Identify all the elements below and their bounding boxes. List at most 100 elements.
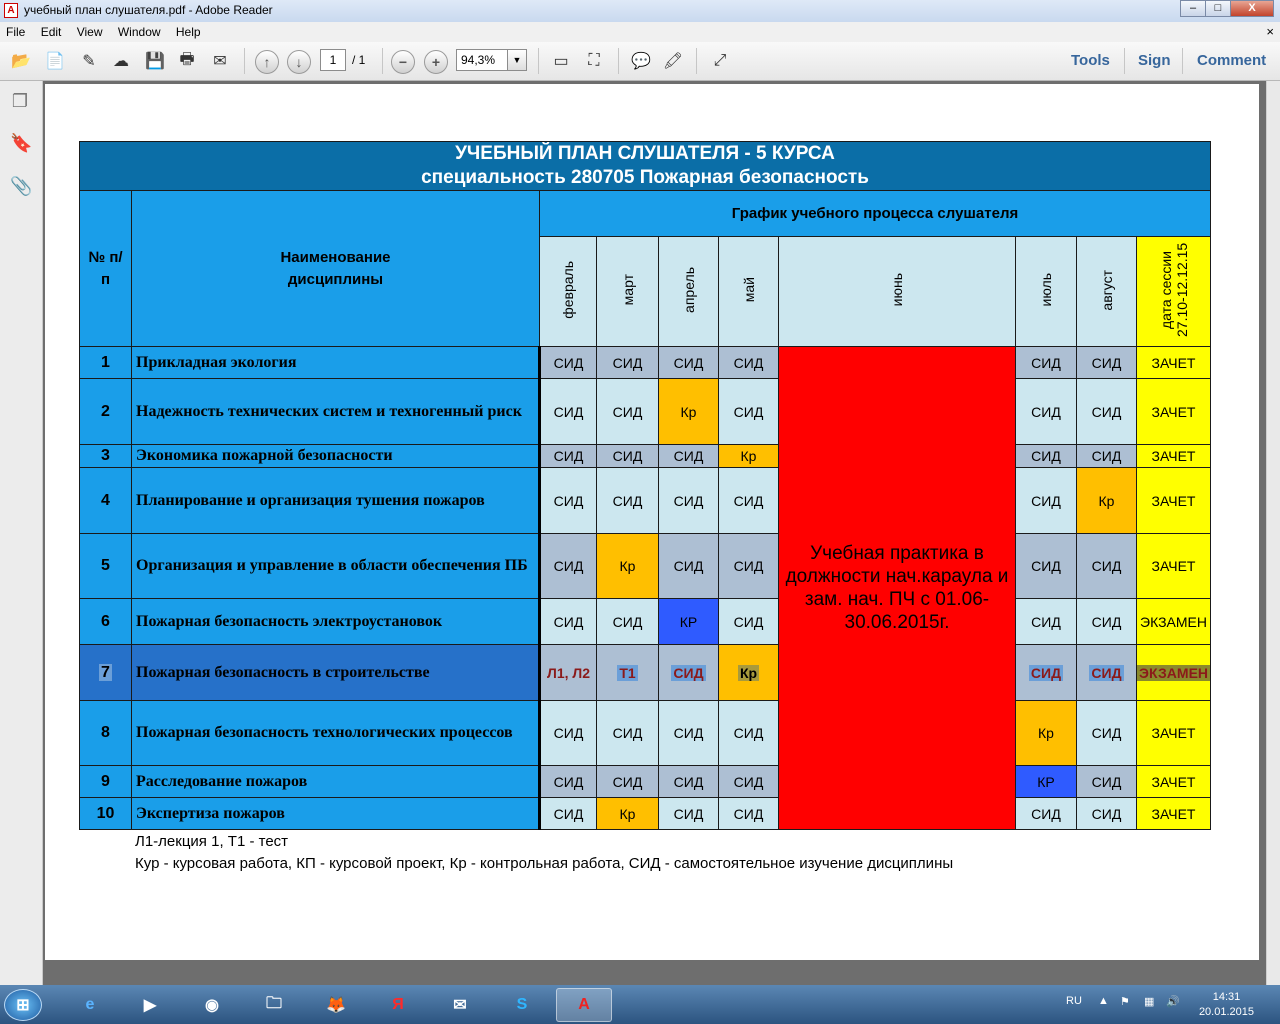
vertical-scrollbar[interactable] bbox=[1266, 81, 1280, 985]
discipline-name: Планирование и организация тушения пожар… bbox=[131, 467, 541, 534]
month-header: июнь bbox=[778, 236, 1016, 347]
bookmarks-icon[interactable]: 🔖 bbox=[10, 133, 32, 155]
cell-may: СИД bbox=[718, 346, 779, 379]
page-number-input[interactable]: 1 bbox=[320, 49, 346, 71]
highlight-icon[interactable]: 🖍 bbox=[660, 49, 686, 73]
discipline-name: Расследование пожаров bbox=[131, 765, 541, 798]
menu-help[interactable]: Help bbox=[170, 22, 207, 39]
table-row-selected[interactable]: 7 Пожарная безопасность в строительстве … bbox=[79, 644, 1212, 701]
page-thumbnails-icon[interactable]: ❐ bbox=[10, 91, 30, 113]
zoom-in-icon[interactable]: + bbox=[424, 50, 448, 74]
cell-mar: СИД bbox=[596, 346, 659, 379]
cell-apr: СИД bbox=[658, 797, 719, 830]
fit-width-icon[interactable]: ⛶ bbox=[581, 49, 607, 73]
create-pdf-icon[interactable]: 📄 bbox=[42, 49, 68, 73]
open-icon[interactable]: 📂 bbox=[8, 49, 34, 73]
previous-page-icon[interactable]: ↑ bbox=[255, 50, 279, 74]
explorer-icon[interactable]: 🗀 bbox=[246, 988, 302, 1022]
cell-apr: СИД bbox=[658, 700, 719, 766]
save-icon[interactable]: 💾 bbox=[142, 49, 168, 73]
cell-may: СИД bbox=[718, 378, 779, 445]
row-number: 3 bbox=[79, 444, 132, 468]
navigation-pane: ❐ 🔖 📎 bbox=[0, 81, 43, 985]
language-indicator[interactable]: RU bbox=[1066, 995, 1082, 1007]
cell-aug: СИД bbox=[1076, 533, 1137, 599]
minimize-button[interactable]: – bbox=[1180, 0, 1206, 17]
row-number: 1 bbox=[79, 346, 132, 379]
maximize-button[interactable]: □ bbox=[1205, 0, 1231, 17]
clock-time: 14:31 bbox=[1212, 991, 1241, 1003]
cell-may: СИД bbox=[718, 467, 779, 534]
discipline-name: Экономика пожарной безопасности bbox=[131, 444, 541, 468]
cell-session: ЗАЧЕТ bbox=[1135, 444, 1212, 468]
discipline-name: Пожарная безопасность в строительстве bbox=[131, 644, 541, 701]
zoom-dropdown-icon[interactable]: ▼ bbox=[507, 49, 527, 71]
cell-session: ЗАЧЕТ bbox=[1135, 533, 1212, 599]
fit-page-icon[interactable]: ▭ bbox=[548, 49, 574, 73]
firefox-icon[interactable]: 🦊 bbox=[308, 988, 364, 1022]
cell-may: Кр bbox=[718, 444, 779, 468]
start-button[interactable]: ⊞ bbox=[4, 989, 42, 1021]
month-header: март bbox=[596, 236, 659, 347]
window-title-bar: A учебный план слушателя.pdf - Adobe Rea… bbox=[0, 0, 1280, 22]
cell-jul: СИД bbox=[1015, 378, 1077, 445]
attachments-icon[interactable]: 📎 bbox=[10, 176, 32, 198]
table-row: 1 Прикладная экология СИД СИД СИД СИД Уч… bbox=[79, 346, 1212, 830]
month-header: апрель bbox=[658, 236, 719, 347]
show-hidden-icons-icon[interactable]: ▲ bbox=[1098, 995, 1109, 1007]
edit-icon[interactable]: ✎ bbox=[76, 49, 102, 73]
table-title-line2: специальность 280705 Пожарная безопаснос… bbox=[421, 167, 869, 188]
menu-view[interactable]: View bbox=[71, 22, 109, 39]
email-icon[interactable]: ✉ bbox=[207, 49, 233, 73]
mail-icon[interactable]: ✉ bbox=[432, 988, 488, 1022]
cell-jul: СИД bbox=[1015, 346, 1077, 379]
legend-note-1: Л1-лекция 1, Т1 - тест bbox=[135, 833, 289, 850]
print-icon[interactable]: 🖶 bbox=[174, 49, 200, 73]
zoom-input[interactable]: 94,3% bbox=[456, 49, 508, 71]
close-button[interactable]: X bbox=[1230, 0, 1274, 17]
ie-icon[interactable]: e bbox=[62, 988, 118, 1022]
row-number: 4 bbox=[79, 467, 132, 534]
expand-icon[interactable]: ⤢ bbox=[707, 49, 733, 73]
skype-icon[interactable]: S bbox=[494, 988, 550, 1022]
network-icon[interactable]: ▦ bbox=[1144, 995, 1154, 1008]
menu-edit[interactable]: Edit bbox=[35, 22, 68, 39]
discipline-name: Надежность технических систем и техноген… bbox=[131, 378, 541, 445]
chrome-icon[interactable]: ◉ bbox=[184, 988, 240, 1022]
close-document-icon[interactable]: × bbox=[1266, 24, 1274, 39]
cell-feb: СИД bbox=[539, 765, 597, 798]
comment-bubble-icon[interactable]: 💬 bbox=[628, 49, 654, 73]
cell-aug: СИД bbox=[1076, 700, 1137, 766]
cell-apr: СИД bbox=[658, 444, 719, 468]
cell-aug: СИД bbox=[1076, 346, 1137, 379]
cell-feb: СИД bbox=[539, 598, 597, 645]
window-title: учебный план слушателя.pdf - Adobe Reade… bbox=[24, 3, 273, 17]
tools-button[interactable]: Tools bbox=[1071, 52, 1110, 69]
cell-mar: СИД bbox=[596, 598, 659, 645]
comment-button[interactable]: Comment bbox=[1197, 52, 1266, 69]
sign-button[interactable]: Sign bbox=[1138, 52, 1171, 69]
row-number: 8 bbox=[79, 700, 132, 766]
row-number: 2 bbox=[79, 378, 132, 445]
row-number: 6 bbox=[79, 598, 132, 645]
cell-mar: СИД bbox=[596, 765, 659, 798]
zoom-out-icon[interactable]: − bbox=[391, 50, 415, 74]
menu-bar: File Edit View Window Help × bbox=[0, 22, 1280, 42]
next-page-icon[interactable]: ↓ bbox=[287, 50, 311, 74]
menu-file[interactable]: File bbox=[0, 22, 31, 39]
yandex-icon[interactable]: Я bbox=[370, 988, 426, 1022]
adobe-reader-taskbar-icon[interactable]: A bbox=[556, 988, 612, 1022]
cell-apr: КР bbox=[658, 598, 719, 645]
cell-session: ЗАЧЕТ bbox=[1135, 467, 1212, 534]
cloud-upload-icon[interactable]: ☁ bbox=[108, 49, 134, 73]
cell-jul: СИД bbox=[1015, 598, 1077, 645]
system-clock[interactable]: 14:31 20.01.2015 bbox=[1199, 990, 1254, 1020]
cell-jul: СИД bbox=[1015, 533, 1077, 599]
action-center-flag-icon[interactable]: ⚑ bbox=[1120, 995, 1130, 1008]
volume-icon[interactable]: 🔊 bbox=[1166, 995, 1180, 1008]
cell-session: ЗАЧЕТ bbox=[1135, 378, 1212, 445]
media-player-icon[interactable]: ▶ bbox=[122, 988, 178, 1022]
cell-mar: СИД bbox=[596, 467, 659, 534]
menu-window[interactable]: Window bbox=[112, 22, 167, 39]
col-header-name: Наименование дисциплины bbox=[131, 190, 540, 347]
